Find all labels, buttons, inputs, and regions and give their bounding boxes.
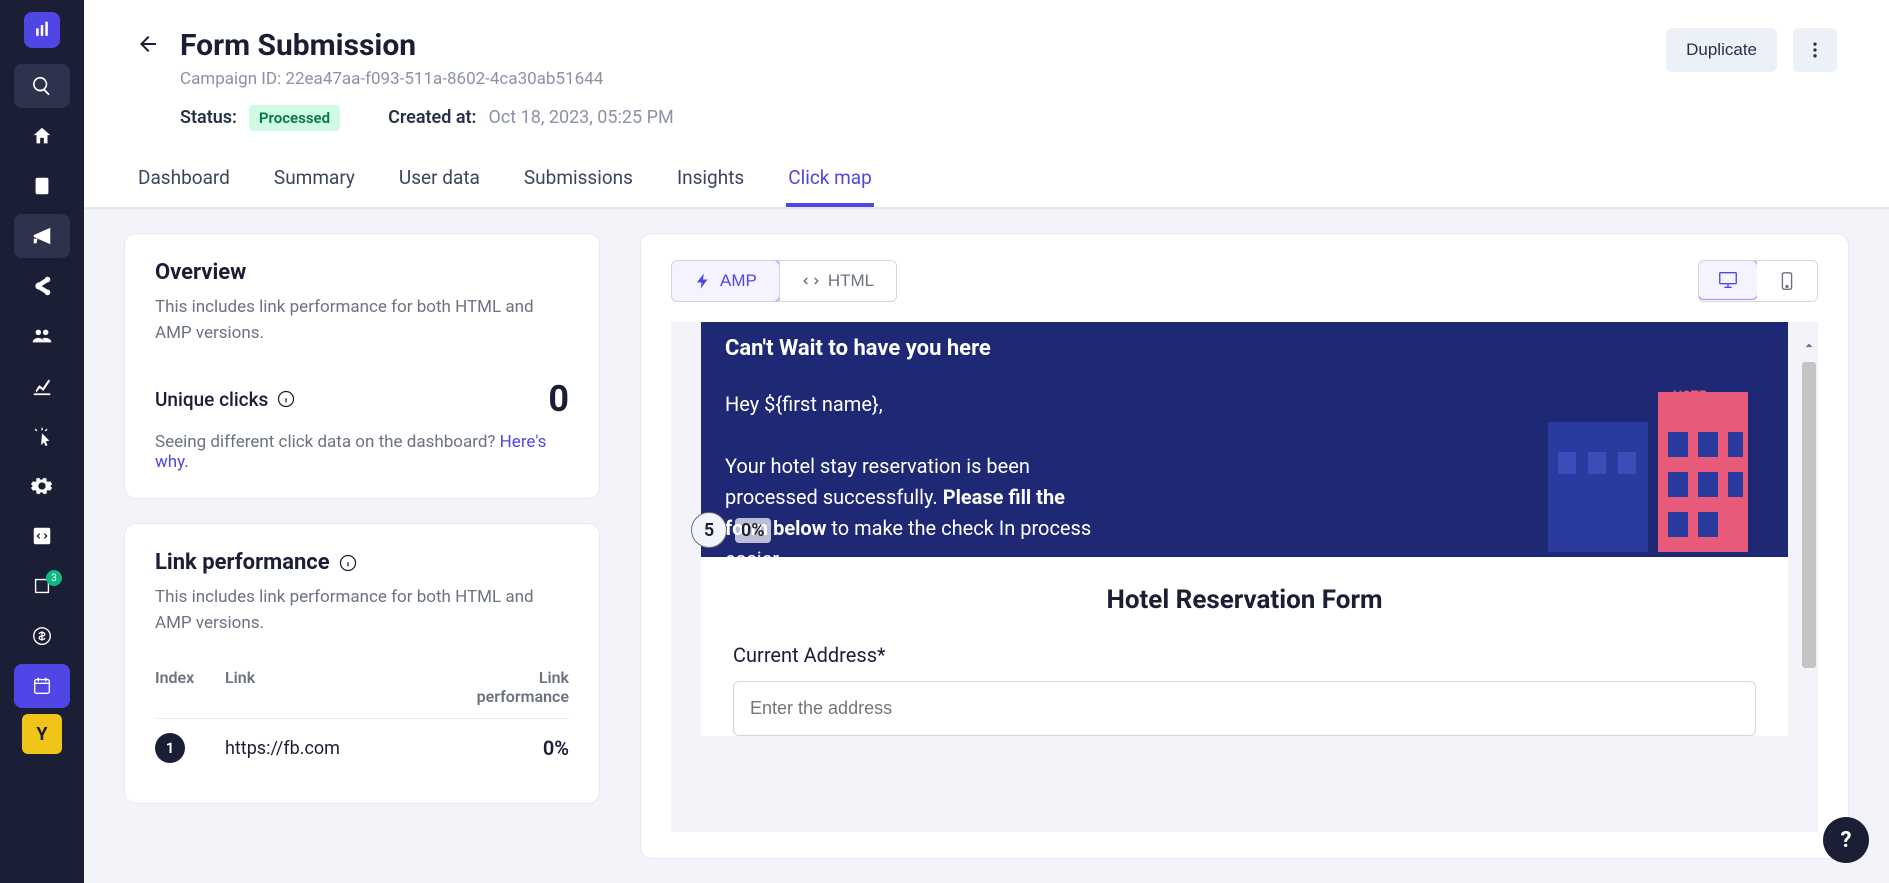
nav-share[interactable] xyxy=(14,264,70,308)
nav-campaigns[interactable] xyxy=(14,214,70,258)
nav-home[interactable] xyxy=(14,114,70,158)
tabs: Dashboard Summary User data Submissions … xyxy=(136,152,1837,207)
overview-card: Overview This includes link performance … xyxy=(124,233,600,499)
hotel-illustration: HOTEL HOTE xyxy=(1508,352,1788,552)
format-toggle: AMP HTML xyxy=(671,260,897,302)
topbar: Form Submission Campaign ID: 22ea47aa-f0… xyxy=(84,0,1889,209)
nav-analytics[interactable] xyxy=(14,364,70,408)
sidebar: 3 Y xyxy=(0,0,84,883)
heatmap-point: 5 0% xyxy=(691,512,771,548)
scroll-up-icon[interactable] xyxy=(1802,338,1816,357)
html-label: HTML xyxy=(828,271,874,291)
nav-code[interactable] xyxy=(14,514,70,558)
address-label: Current Address* xyxy=(733,643,1756,667)
link-perf-title: Link performance xyxy=(155,550,330,575)
amp-label: AMP xyxy=(720,271,757,291)
reservation-form: Hotel Reservation Form Current Address* xyxy=(701,557,1788,736)
desktop-toggle[interactable] xyxy=(1698,260,1758,300)
status-badge: Processed xyxy=(249,105,340,131)
tab-summary[interactable]: Summary xyxy=(272,152,357,207)
tab-insights[interactable]: Insights xyxy=(675,152,746,207)
nav-users[interactable] xyxy=(14,314,70,358)
row-perf: 0% xyxy=(449,736,569,760)
scrollbar[interactable] xyxy=(1802,362,1816,668)
nav-workspace-letter[interactable]: Y xyxy=(22,714,62,754)
heatmap-percent: 0% xyxy=(735,518,771,543)
nav-clipboard[interactable] xyxy=(14,164,70,208)
duplicate-button[interactable]: Duplicate xyxy=(1666,28,1777,72)
preview-frame: Can't Wait to have you here Hey ${first … xyxy=(671,322,1818,832)
nav-badge-item[interactable]: 3 xyxy=(14,564,70,608)
status-label: Status: xyxy=(180,107,237,128)
created-label: Created at: xyxy=(388,107,476,128)
html-toggle[interactable]: HTML xyxy=(779,261,896,301)
tab-dashboard[interactable]: Dashboard xyxy=(136,152,232,207)
nav-settings[interactable] xyxy=(14,464,70,508)
form-title: Hotel Reservation Form xyxy=(733,585,1756,615)
overview-title: Overview xyxy=(155,260,569,285)
row-link[interactable]: https://fb.com xyxy=(225,738,449,759)
nav-click[interactable] xyxy=(14,414,70,458)
unique-clicks-label: Unique clicks xyxy=(155,388,268,411)
tab-click-map[interactable]: Click map xyxy=(786,152,874,207)
amp-toggle[interactable]: AMP xyxy=(671,260,780,302)
tab-submissions[interactable]: Submissions xyxy=(522,152,635,207)
search-icon[interactable] xyxy=(14,64,70,108)
link-perf-desc: This includes link performance for both … xyxy=(155,585,569,636)
app-logo xyxy=(24,12,60,48)
help-text: Seeing different click data on the dashb… xyxy=(155,432,500,452)
heatmap-number: 5 xyxy=(691,512,727,548)
preview-panel: AMP HTML xyxy=(640,233,1849,859)
email-hero: Can't Wait to have you here Hey ${first … xyxy=(701,322,1788,557)
more-menu-icon[interactable] xyxy=(1793,28,1837,72)
campaign-id: Campaign ID: 22ea47aa-f093-511a-8602-4ca… xyxy=(180,69,603,89)
table-row: 1 https://fb.com 0% xyxy=(155,718,569,777)
col-perf-header: Link performance xyxy=(449,668,569,706)
help-fab[interactable]: ? xyxy=(1823,817,1869,863)
badge-count: 3 xyxy=(46,570,62,586)
info-icon[interactable] xyxy=(338,553,358,573)
address-input[interactable] xyxy=(733,681,1756,736)
svg-text:HOTE: HOTE xyxy=(1673,389,1707,404)
mobile-toggle[interactable] xyxy=(1757,261,1817,301)
hero-greeting: Hey ${first name}, xyxy=(725,389,1095,420)
tab-user-data[interactable]: User data xyxy=(397,152,482,207)
created-value: Oct 18, 2023, 05:25 PM xyxy=(488,107,673,128)
link-performance-card: Link performance This includes link perf… xyxy=(124,523,600,804)
col-link-header: Link xyxy=(225,668,449,706)
info-icon[interactable] xyxy=(276,389,296,409)
nav-calendar[interactable] xyxy=(14,664,70,708)
page-title: Form Submission xyxy=(180,28,603,63)
back-arrow-icon[interactable] xyxy=(136,32,160,60)
col-index-header: Index xyxy=(155,668,225,706)
unique-clicks-value: 0 xyxy=(548,378,569,420)
row-index: 1 xyxy=(155,733,185,763)
device-toggle xyxy=(1698,260,1818,302)
overview-desc: This includes link performance for both … xyxy=(155,295,569,346)
nav-dollar[interactable] xyxy=(14,614,70,658)
